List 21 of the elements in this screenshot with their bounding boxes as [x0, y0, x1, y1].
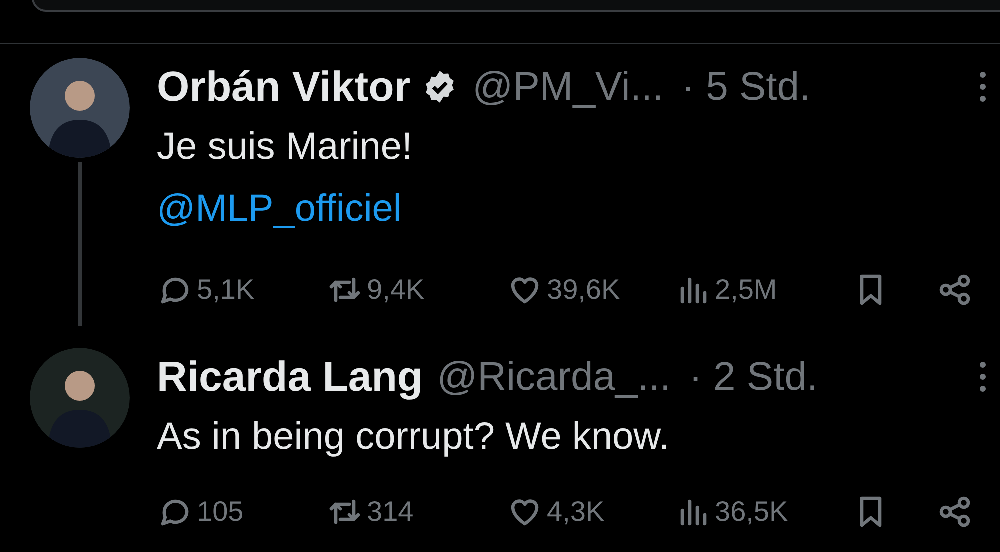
post-text: As in being corrupt? We know.: [157, 415, 671, 460]
like-button[interactable]: 4,3K: [507, 491, 675, 533]
author-name[interactable]: Orbán Viktor: [157, 66, 411, 108]
like-button[interactable]: 39,6K: [507, 269, 675, 311]
more-icon[interactable]: [978, 70, 988, 104]
repost-button[interactable]: 314: [327, 491, 507, 533]
mention-link[interactable]: @MLP_officiel: [157, 188, 402, 230]
share-icon: [937, 494, 973, 530]
user-handle[interactable]: @PM_Vi...: [472, 67, 664, 107]
author-name[interactable]: Ricarda Lang: [157, 356, 424, 398]
views-button[interactable]: 2,5M: [675, 269, 853, 311]
post-time: · 2 Std.: [689, 357, 818, 397]
post-time: · 5 Std.: [682, 67, 811, 107]
reply-button[interactable]: 105: [157, 491, 327, 533]
share-icon: [937, 272, 973, 308]
repost-button[interactable]: 9,4K: [327, 269, 507, 311]
user-handle[interactable]: @Ricarda_...: [437, 357, 672, 397]
more-icon[interactable]: [978, 360, 988, 394]
post-text: Je suis Marine!: [157, 125, 414, 170]
views-button[interactable]: 36,5K: [675, 491, 853, 533]
reply-button[interactable]: 5,1K: [157, 269, 327, 311]
